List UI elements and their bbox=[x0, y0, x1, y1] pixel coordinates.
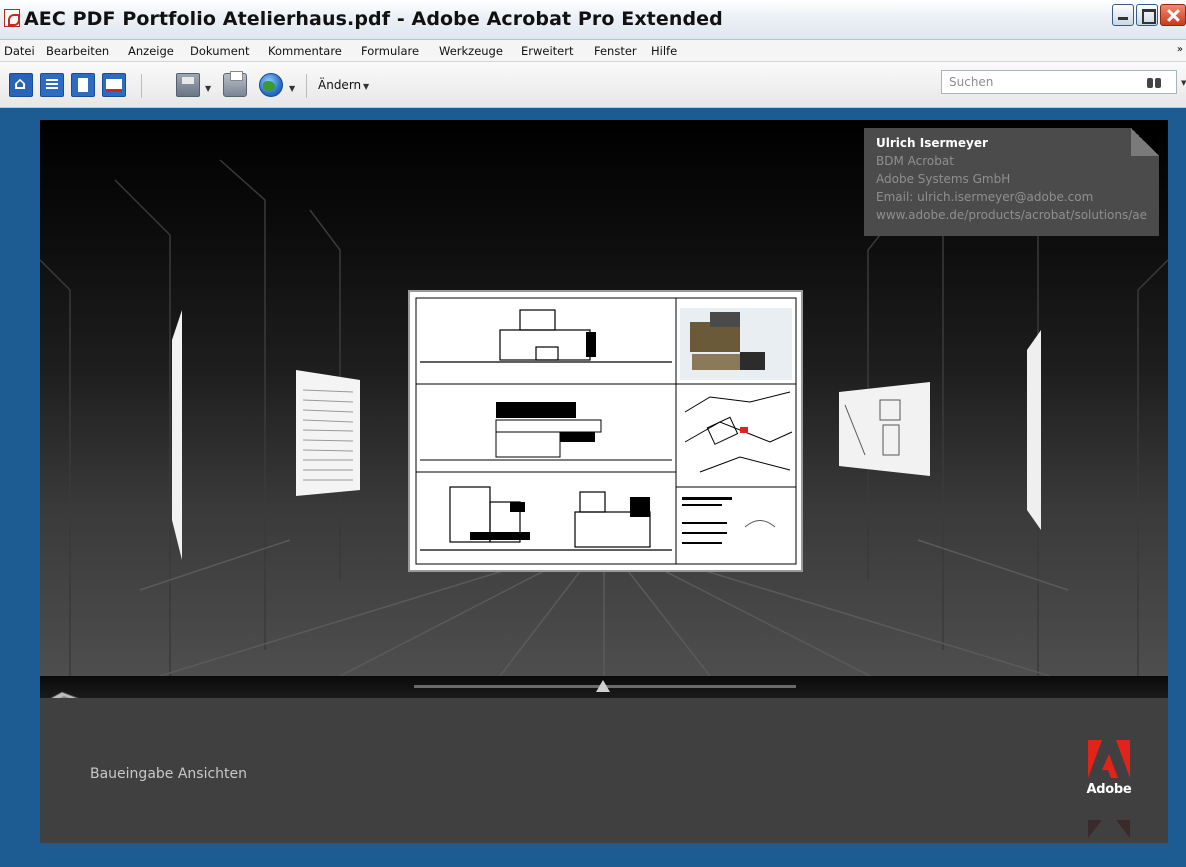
left-near-document bbox=[296, 370, 360, 496]
contact-company: Adobe Systems GmbH bbox=[876, 172, 1011, 186]
aendern-dropdown-icon[interactable]: ▼ bbox=[363, 82, 369, 91]
menu-formulare[interactable]: Formulare bbox=[361, 44, 419, 58]
center-document[interactable] bbox=[408, 290, 803, 572]
title-bar: AEC PDF Portfolio Atelierhaus.pdf - Adob… bbox=[0, 0, 1186, 40]
menu-overflow-icon[interactable]: » bbox=[1177, 44, 1183, 55]
acrobat-app-icon bbox=[4, 9, 20, 27]
menu-werkzeuge[interactable]: Werkzeuge bbox=[439, 44, 503, 58]
contact-url: www.adobe.de/products/acrobat/solutions/… bbox=[876, 208, 1148, 222]
page-icon[interactable] bbox=[71, 73, 95, 97]
list-view-icon[interactable] bbox=[40, 73, 64, 97]
menu-bar: Datei Bearbeiten Anzeige Dokument Kommen… bbox=[0, 40, 1186, 62]
save-dropdown-icon[interactable]: ▼ bbox=[205, 84, 211, 93]
right-far-document bbox=[1027, 330, 1041, 530]
left-far-document bbox=[172, 310, 182, 560]
menu-datei[interactable]: Datei bbox=[4, 44, 35, 58]
print-icon[interactable] bbox=[223, 71, 247, 97]
contact-role: BDM Acrobat bbox=[876, 154, 954, 168]
side-documents-right bbox=[839, 330, 1041, 530]
contact-name: Ulrich Isermeyer bbox=[876, 136, 988, 150]
portfolio-scrubber-thumb[interactable] bbox=[596, 680, 610, 692]
right-near-document bbox=[839, 382, 930, 476]
side-documents-left bbox=[172, 310, 360, 560]
home-icon[interactable] bbox=[9, 73, 33, 97]
menu-fenster[interactable]: Fenster bbox=[594, 44, 637, 58]
adobe-wordmark: Adobe bbox=[1086, 782, 1132, 797]
binoculars-icon[interactable] bbox=[1147, 78, 1161, 88]
contact-email: Email: ulrich.isermeyer@adobe.com bbox=[876, 190, 1094, 204]
layout-icon[interactable] bbox=[102, 73, 126, 97]
search-dropdown-icon[interactable]: ▼ bbox=[1181, 79, 1186, 87]
menu-dokument[interactable]: Dokument bbox=[190, 44, 250, 58]
document-caption: Baueingabe Ansichten bbox=[90, 766, 248, 782]
globe-dropdown-icon[interactable]: ▼ bbox=[289, 84, 295, 93]
architectural-drawing bbox=[415, 297, 797, 565]
window-title: AEC PDF Portfolio Atelierhaus.pdf - Adob… bbox=[24, 8, 723, 30]
save-icon[interactable] bbox=[176, 73, 200, 97]
menu-kommentare[interactable]: Kommentare bbox=[268, 44, 342, 58]
toolbar-divider bbox=[306, 74, 307, 98]
menu-erweitert[interactable]: Erweitert bbox=[521, 44, 574, 58]
globe-icon[interactable] bbox=[259, 73, 283, 97]
maximize-button[interactable] bbox=[1136, 4, 1158, 26]
menu-bearbeiten[interactable]: Bearbeiten bbox=[46, 44, 109, 58]
aendern-button[interactable]: Ändern bbox=[318, 78, 361, 92]
search-placeholder: Suchen bbox=[949, 75, 994, 89]
toolbar-divider bbox=[141, 74, 142, 98]
menu-anzeige[interactable]: Anzeige bbox=[128, 44, 174, 58]
menu-hilfe[interactable]: Hilfe bbox=[651, 44, 677, 58]
card-corner-fold bbox=[1131, 128, 1159, 156]
search-input[interactable]: Suchen bbox=[941, 70, 1177, 94]
minimize-button[interactable] bbox=[1112, 4, 1134, 26]
close-button[interactable] bbox=[1160, 4, 1186, 26]
